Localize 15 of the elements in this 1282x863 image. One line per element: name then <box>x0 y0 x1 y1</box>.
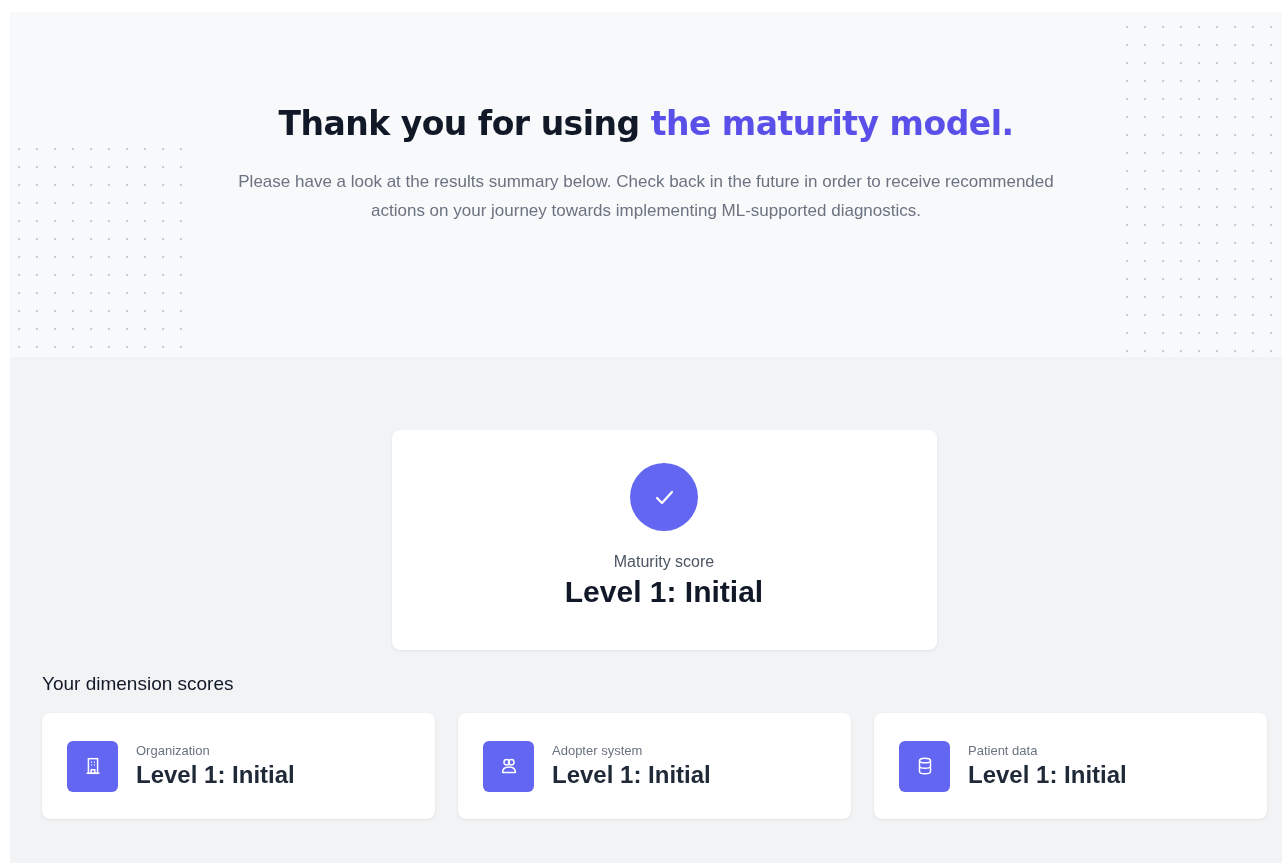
dimension-value: Level 1: Initial <box>968 761 1127 789</box>
building-icon <box>67 740 118 792</box>
page-title: Thank you for using the maturity model. <box>278 104 1014 143</box>
dimension-label: Adopter system <box>552 743 644 758</box>
score-label: Maturity score <box>613 553 715 571</box>
checkmark-icon <box>630 463 698 531</box>
dimension-label: Organization <box>136 743 211 758</box>
score-value: Level 1: Initial <box>564 575 764 609</box>
description: Please have a look at the results summary below. Check back in the future in order to receive recommended actions on your journey towards implementing ML-supported diagnostics. <box>237 171 1055 222</box>
dimension-value: Level 1: Initial <box>136 761 295 789</box>
dimension-label: Patient data <box>968 743 1039 758</box>
people-icon <box>483 740 534 792</box>
dimension-value: Level 1: Initial <box>552 761 711 789</box>
section-heading: Your dimension scores <box>42 673 235 695</box>
database-icon <box>899 740 950 792</box>
